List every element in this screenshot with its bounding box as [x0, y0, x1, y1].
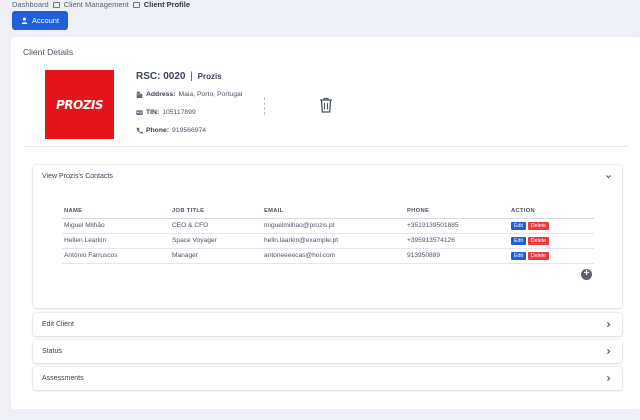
contact-job-title: Space Voyager — [170, 233, 262, 249]
assessments-panel-title: Assessments — [42, 375, 84, 382]
trash-icon[interactable] — [319, 97, 333, 113]
edit-button[interactable]: Edit — [511, 221, 526, 230]
contact-job-title: CEO & CFO — [170, 218, 262, 234]
client-details-card: Client Details PROZIS RSC: 0020 | Prozis… — [11, 37, 640, 409]
delete-button[interactable]: Delete — [527, 251, 549, 260]
phone-icon — [136, 127, 143, 134]
client-logo: PROZIS — [45, 70, 114, 139]
tin-value: 105117899 — [162, 109, 196, 116]
contact-actions: Edit Delete — [509, 233, 594, 249]
table-row: Miguel Milhão CEO & CFO miguelmilhao@pro… — [62, 218, 594, 234]
breadcrumb-separator-icon — [52, 1, 60, 8]
address-value: Maia, Porto, Portugal — [178, 91, 243, 98]
contact-job-title: Manager — [170, 248, 262, 264]
table-header-row: NAME JOB TITLE EMAIL PHONE ACTION — [62, 205, 594, 219]
contact-email: miguelmilhao@prozis.pt — [262, 218, 405, 234]
column-header-phone: PHONE — [405, 205, 509, 219]
edit-client-panel-header[interactable]: Edit Client — [33, 313, 622, 336]
vertical-divider — [264, 97, 265, 115]
account-button[interactable]: Account — [12, 11, 68, 30]
section-divider — [23, 146, 628, 147]
column-header-email: EMAIL — [262, 205, 405, 219]
breadcrumb-client-profile: Client Profile — [143, 0, 191, 9]
add-contact-button[interactable]: + — [581, 269, 592, 280]
id-card-icon — [136, 110, 143, 115]
delete-button[interactable]: Delete — [527, 236, 549, 245]
chevron-down-icon — [606, 175, 611, 179]
breadcrumb-client-management[interactable]: Client Management — [64, 0, 129, 9]
status-panel: Status — [33, 340, 622, 363]
phone-label: Phone: — [146, 127, 170, 134]
column-header-job-title: JOB TITLE — [170, 205, 262, 219]
table-row: Hellen Learkin Space Voyager helln.laark… — [62, 233, 594, 249]
contact-actions: Edit Delete — [509, 248, 594, 264]
client-heading-separator: | — [190, 71, 193, 82]
address-row: Address: Maia, Porto, Portugal — [136, 91, 242, 98]
chevron-right-icon — [607, 376, 611, 381]
status-panel-header[interactable]: Status — [33, 340, 622, 363]
contacts-panel-header[interactable]: View Prozis's Contacts — [33, 165, 622, 188]
contact-phone: +3519139501885 — [405, 218, 509, 234]
card-title: Client Details — [23, 47, 74, 57]
tin-label: TIN: — [146, 109, 160, 116]
delete-button[interactable]: Delete — [527, 221, 549, 230]
contacts-panel-title: View Prozis's Contacts — [42, 173, 113, 180]
edit-client-panel: Edit Client — [33, 313, 622, 336]
client-heading: RSC: 0020 | Prozis — [136, 71, 222, 82]
contacts-table: NAME JOB TITLE EMAIL PHONE ACTION Miguel… — [62, 205, 594, 264]
column-header-name: NAME — [62, 205, 170, 219]
assessments-panel: Assessments — [33, 367, 622, 390]
edit-button[interactable]: Edit — [511, 236, 526, 245]
assessments-panel-header[interactable]: Assessments — [33, 367, 622, 390]
breadcrumb-dashboard[interactable]: Dashboard — [12, 0, 49, 9]
building-icon — [136, 91, 143, 98]
edit-client-panel-title: Edit Client — [42, 321, 74, 328]
contact-phone: 913950889 — [405, 248, 509, 264]
edit-button[interactable]: Edit — [511, 251, 526, 260]
tin-row: TIN: 105117899 — [136, 109, 196, 116]
contact-email: helln.laarkin@example.pt — [262, 233, 405, 249]
client-name: Prozis — [197, 72, 222, 81]
contact-actions: Edit Delete — [509, 218, 594, 234]
chevron-right-icon — [607, 322, 611, 327]
account-button-label: Account — [31, 16, 60, 25]
phone-value: 919566974 — [172, 127, 207, 134]
contact-name: Hellen Learkin — [62, 233, 170, 249]
column-header-action: ACTION — [509, 205, 594, 219]
table-row: António Farruscos Manager antoneeeecas@h… — [62, 248, 594, 264]
contact-phone: +395913574126 — [405, 233, 509, 249]
breadcrumb: Dashboard Client Management Client Profi… — [12, 0, 190, 9]
status-panel-title: Status — [42, 348, 62, 355]
client-code: RSC: 0020 — [136, 71, 186, 82]
contacts-panel: View Prozis's Contacts NAME JOB TITLE EM… — [33, 165, 622, 308]
contact-name: António Farruscos — [62, 248, 170, 264]
breadcrumb-separator-icon — [132, 1, 140, 8]
phone-row: Phone: 919566974 — [136, 127, 206, 134]
contact-email: antoneeeecas@hol.com — [262, 248, 405, 264]
contact-name: Miguel Milhão — [62, 218, 170, 234]
user-icon — [21, 17, 28, 24]
address-label: Address: — [146, 91, 176, 98]
client-logo-text: PROZIS — [55, 97, 104, 112]
chevron-right-icon — [607, 349, 611, 354]
